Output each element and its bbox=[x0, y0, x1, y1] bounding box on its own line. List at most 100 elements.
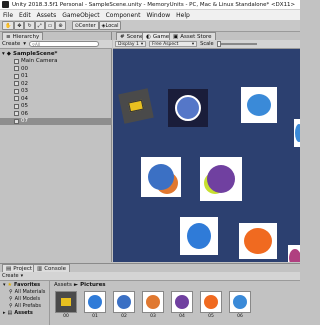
favorite-item[interactable]: ⚲ All Prefabs bbox=[0, 302, 49, 309]
character-card-image bbox=[187, 223, 211, 249]
tab-hierarchy[interactable]: ≡ Hierarchy bbox=[2, 32, 44, 40]
hierarchy-item[interactable]: 04 bbox=[0, 95, 112, 103]
scene-row[interactable]: ▾ ◆ SampleScene* bbox=[0, 50, 112, 58]
assets-row[interactable]: ▸ ▤ Assets bbox=[0, 309, 49, 316]
gameobject-icon bbox=[14, 88, 19, 94]
favorite-item[interactable]: ⚲ All Models bbox=[0, 295, 49, 302]
expand-arrow-icon: ▾ bbox=[3, 281, 6, 288]
menu-component[interactable]: Component bbox=[106, 12, 141, 19]
main-toolbar: ✋ ✥ ↻ ⤢ ▭ ⊕ ⊙ Center ◈ Local bbox=[0, 20, 300, 32]
memory-card[interactable] bbox=[168, 89, 208, 127]
console-tab-label: Console bbox=[44, 265, 67, 272]
hierarchy-item-label: 01 bbox=[21, 73, 28, 80]
sprite-preview-image bbox=[84, 291, 106, 313]
rotate-tool-icon[interactable]: ↻ bbox=[24, 21, 35, 30]
asset-thumbnail[interactable]: 00 bbox=[54, 291, 78, 319]
scale-slider[interactable] bbox=[216, 41, 257, 47]
scale-tool-icon[interactable]: ⤢ bbox=[34, 21, 45, 30]
favorites-row[interactable]: ▾ ★ Favorites bbox=[0, 281, 49, 288]
search-placeholder: All bbox=[34, 41, 40, 47]
hierarchy-toolbar: Create ▾ ⚲ All bbox=[0, 40, 112, 49]
memory-card[interactable] bbox=[239, 223, 277, 259]
gameobject-icon bbox=[14, 58, 19, 64]
memory-card[interactable] bbox=[200, 157, 242, 201]
character-card-image bbox=[244, 228, 272, 254]
chevron-down-icon: ▾ bbox=[191, 41, 195, 47]
scene-tab-label: Scene bbox=[126, 33, 144, 40]
pivot-center-button[interactable]: ⊙ Center bbox=[71, 21, 99, 30]
assets-label: Assets bbox=[14, 309, 33, 316]
hierarchy-item[interactable]: 06 bbox=[0, 110, 112, 118]
asset-label: 00 bbox=[63, 314, 69, 319]
display-dropdown[interactable]: Display 1 ▾ bbox=[115, 41, 147, 47]
card-face-down[interactable] bbox=[118, 88, 154, 124]
memory-card[interactable] bbox=[241, 87, 277, 123]
memory-card[interactable] bbox=[294, 119, 300, 147]
sprite-preview-image bbox=[113, 291, 135, 313]
asset-store-tab-label: Asset Store bbox=[180, 33, 212, 40]
hierarchy-item-label: 07 bbox=[21, 118, 28, 125]
breadcrumb-item[interactable]: Pictures bbox=[80, 282, 105, 288]
sprite-preview-image bbox=[229, 291, 251, 313]
breadcrumb: Assets ► Pictures bbox=[51, 281, 300, 289]
hierarchy-item-label: 02 bbox=[21, 80, 28, 87]
window-titlebar: Unity 2018.3.5f1 Personal - SampleScene.… bbox=[0, 0, 300, 10]
aspect-dropdown[interactable]: Free Aspect ▾ bbox=[149, 41, 198, 47]
rect-tool-icon[interactable]: ▭ bbox=[44, 21, 56, 30]
menu-file[interactable]: File bbox=[3, 12, 13, 19]
memory-card[interactable] bbox=[141, 157, 181, 197]
hierarchy-item[interactable]: Main Camera bbox=[0, 58, 112, 66]
menu-edit[interactable]: Edit bbox=[19, 12, 31, 19]
memory-card[interactable] bbox=[180, 217, 218, 255]
breadcrumb-item[interactable]: Assets bbox=[54, 282, 72, 288]
game-canvas[interactable] bbox=[113, 49, 300, 262]
hierarchy-item[interactable]: 02 bbox=[0, 80, 112, 88]
memory-card[interactable] bbox=[288, 245, 300, 262]
hierarchy-list-icon: ≡ bbox=[6, 33, 11, 40]
asset-label: 04 bbox=[179, 314, 185, 319]
favorite-item-label: All Models bbox=[14, 295, 41, 302]
scale-slider-handle[interactable] bbox=[216, 41, 221, 47]
menu-window[interactable]: Window bbox=[146, 12, 170, 19]
hierarchy-item[interactable]: 01 bbox=[0, 73, 112, 81]
asset-label: 01 bbox=[92, 314, 98, 319]
hierarchy-item[interactable]: 03 bbox=[0, 88, 112, 96]
project-assets-view: Assets ► Pictures 00 01 02 03 04 05 06 bbox=[51, 281, 300, 325]
favorites-label: Favorites bbox=[14, 281, 41, 288]
chevron-down-icon: ▾ bbox=[23, 41, 27, 47]
menu-assets[interactable]: Assets bbox=[37, 12, 57, 19]
sprite-preview-image bbox=[200, 291, 222, 313]
tab-asset-store[interactable]: ▣ Asset Store bbox=[169, 32, 216, 40]
tab-project[interactable]: ▤ Project bbox=[2, 264, 37, 272]
move-tool-icon[interactable]: ✥ bbox=[14, 21, 25, 30]
asset-thumbnail[interactable]: 02 bbox=[112, 291, 136, 319]
menu-gameobject[interactable]: GameObject bbox=[62, 12, 99, 19]
window-title: Unity 2018.3.5f1 Personal - SampleScene.… bbox=[12, 1, 296, 8]
asset-label: 06 bbox=[237, 314, 243, 319]
hierarchy-item[interactable]: 05 bbox=[0, 103, 112, 111]
search-icon: ⚲ bbox=[9, 295, 13, 302]
pivot-local-button[interactable]: ◈ Local bbox=[98, 21, 122, 30]
asset-thumbnail[interactable]: 06 bbox=[228, 291, 252, 319]
asset-thumbnail[interactable]: 03 bbox=[141, 291, 165, 319]
asset-thumbnail[interactable]: 05 bbox=[199, 291, 223, 319]
asset-thumbnail[interactable]: 01 bbox=[83, 291, 107, 319]
menu-help[interactable]: Help bbox=[176, 12, 190, 19]
favorite-item-label: All Prefabs bbox=[14, 302, 42, 309]
transform-tool-icon[interactable]: ⊕ bbox=[55, 21, 66, 30]
character-card-image bbox=[289, 249, 300, 262]
gameobject-icon bbox=[14, 96, 19, 102]
hand-tool-icon[interactable]: ✋ bbox=[2, 21, 15, 30]
favorite-item[interactable]: ⚲ All Materials bbox=[0, 288, 49, 295]
search-icon: ⚲ bbox=[9, 302, 13, 309]
game-toolbar: Display 1 ▾ Free Aspect ▾ Scale bbox=[113, 40, 300, 49]
hierarchy-item-selected[interactable]: 07 bbox=[0, 117, 112, 125]
asset-thumbnail[interactable]: 04 bbox=[170, 291, 194, 319]
tab-console[interactable]: ▥ Console bbox=[33, 264, 71, 272]
hierarchy-create-button[interactable]: Create bbox=[2, 41, 20, 47]
project-create-button[interactable]: Create bbox=[2, 273, 19, 279]
hierarchy-item-label: 00 bbox=[21, 65, 28, 72]
hierarchy-search-input[interactable]: ⚲ All bbox=[29, 41, 100, 47]
hierarchy-item[interactable]: 00 bbox=[0, 65, 112, 73]
folder-icon: ▤ bbox=[7, 309, 13, 316]
